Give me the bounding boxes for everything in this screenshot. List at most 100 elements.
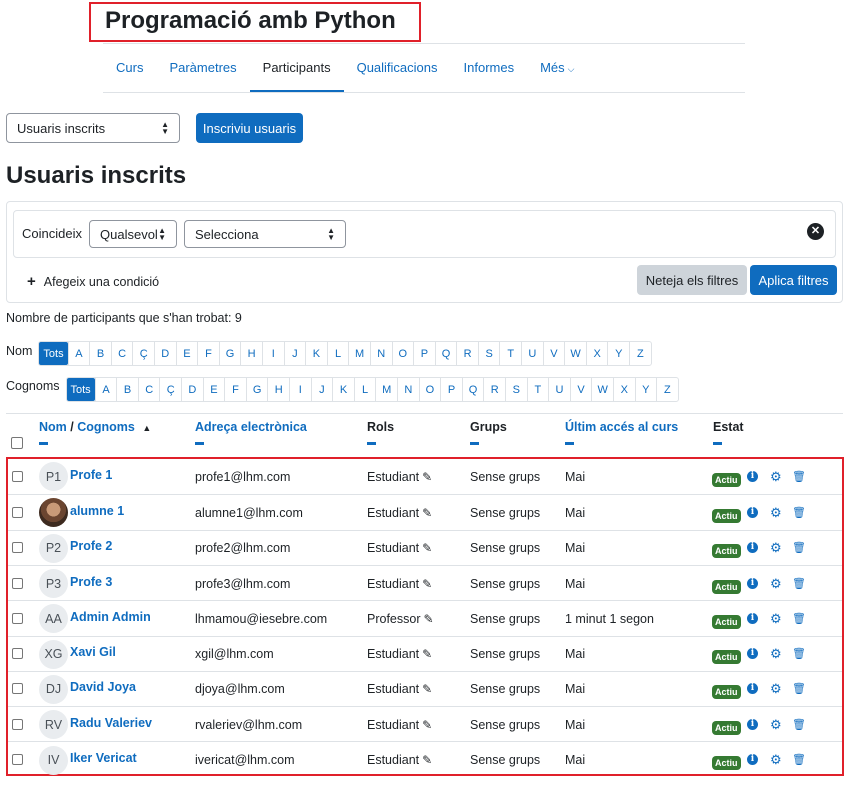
gear-icon[interactable]: ⚙ (770, 717, 782, 733)
trash-icon[interactable]: 🗑 (792, 647, 806, 660)
gear-icon[interactable]: ⚙ (770, 576, 782, 592)
last-name-initial-letter[interactable]: Q (461, 378, 484, 401)
trash-icon[interactable]: 🗑 (792, 682, 806, 695)
trash-icon[interactable]: 🗑 (792, 541, 806, 554)
last-name-initial-letter[interactable]: C (137, 378, 160, 401)
first-name-initial-letter[interactable]: S (477, 342, 500, 365)
first-name-initial-letter[interactable]: D (153, 342, 176, 365)
first-name-initial-letter[interactable]: I (261, 342, 284, 365)
first-name-initial-letter[interactable]: E (175, 342, 198, 365)
enrol-users-button[interactable]: Inscriviu usuaris (196, 113, 303, 143)
last-name-initial-letter[interactable]: H (267, 378, 289, 401)
last-name-initial-letter[interactable]: J (310, 378, 333, 401)
last-name-initial-letter[interactable]: O (418, 378, 441, 401)
gear-icon[interactable]: ⚙ (770, 646, 782, 662)
last-name-initial-letter[interactable]: D (181, 378, 203, 401)
last-name-initial-letter[interactable]: F (224, 378, 246, 401)
trash-icon[interactable]: 🗑 (792, 718, 806, 731)
info-icon[interactable]: i (747, 683, 758, 695)
gear-icon[interactable]: ⚙ (770, 611, 782, 627)
last-name-initial-letter[interactable]: K (332, 378, 354, 401)
info-icon[interactable]: i (747, 506, 758, 518)
first-name-initial-letter[interactable]: M (348, 342, 370, 365)
edit-pencil-icon[interactable]: ✎ (422, 541, 432, 555)
last-name-initial-letter[interactable]: R (483, 378, 505, 401)
edit-pencil-icon[interactable]: ✎ (422, 647, 432, 661)
remove-condition-icon[interactable]: ✕ (807, 223, 824, 240)
gear-icon[interactable]: ⚙ (770, 540, 782, 556)
tab-settings[interactable]: Paràmetres (156, 44, 249, 92)
first-name-initial-letter[interactable]: O (391, 342, 414, 365)
row-checkbox[interactable] (12, 542, 23, 554)
gear-icon[interactable]: ⚙ (770, 505, 782, 521)
last-name-initial-letter[interactable]: T (526, 378, 549, 401)
participant-name-link[interactable]: Profe 2 (70, 539, 112, 553)
first-name-initial-letter[interactable]: X (585, 342, 608, 365)
first-name-initial-letter[interactable]: U (521, 342, 543, 365)
first-name-initial-letter[interactable]: F (197, 342, 219, 365)
gear-icon[interactable]: ⚙ (770, 752, 782, 768)
first-name-initial-letter[interactable]: C (110, 342, 133, 365)
trash-icon[interactable]: 🗑 (792, 612, 806, 625)
clear-filters-button[interactable]: Neteja els filtres (637, 265, 747, 295)
last-name-initial-letter[interactable]: A (94, 378, 117, 401)
row-checkbox[interactable] (12, 470, 23, 482)
row-checkbox[interactable] (12, 506, 23, 518)
last-name-initial-letter[interactable]: P (440, 378, 462, 401)
last-name-initial-letter[interactable]: M (375, 378, 397, 401)
last-name-initial-letter[interactable]: U (548, 378, 570, 401)
last-name-initial-letter[interactable]: V (569, 378, 592, 401)
column-header-last-access[interactable]: Últim accés al curs (565, 420, 678, 445)
last-name-initial-letter[interactable]: X (612, 378, 635, 401)
first-name-initial-letter[interactable]: N (369, 342, 392, 365)
sort-first-name-link[interactable]: Nom (39, 420, 67, 434)
last-name-initial-letter[interactable]: W (591, 378, 613, 401)
tab-participants[interactable]: Participants (249, 44, 344, 92)
add-condition-link[interactable]: + Afegeix una condició (27, 273, 159, 290)
first-name-initial-letter[interactable]: V (542, 342, 565, 365)
participant-name-link[interactable]: Profe 3 (70, 575, 112, 589)
edit-pencil-icon[interactable]: ✎ (422, 718, 432, 732)
collapse-column-icon[interactable] (470, 442, 479, 445)
participant-name-link[interactable]: David Joya (70, 680, 136, 694)
first-name-initial-letter[interactable]: P (413, 342, 435, 365)
info-icon[interactable]: i (747, 718, 758, 730)
collapse-column-icon[interactable] (195, 442, 204, 445)
row-checkbox[interactable] (12, 612, 23, 624)
row-checkbox[interactable] (12, 577, 23, 589)
tab-more[interactable]: Més ⌵ (527, 44, 587, 92)
edit-pencil-icon[interactable]: ✎ (422, 470, 432, 484)
last-name-initial-letter[interactable]: Z (656, 378, 678, 401)
info-icon[interactable]: i (747, 577, 758, 589)
apply-filters-button[interactable]: Aplica filtres (750, 265, 837, 295)
info-icon[interactable]: i (747, 470, 758, 482)
page-selector[interactable]: Usuaris inscrits ▲ ▼ (6, 113, 180, 143)
edit-pencil-icon[interactable]: ✎ (422, 506, 432, 520)
last-name-initial-letter[interactable]: S (504, 378, 527, 401)
trash-icon[interactable]: 🗑 (792, 506, 806, 519)
first-name-initial-letter[interactable]: W (564, 342, 586, 365)
collapse-column-icon[interactable] (565, 442, 574, 445)
trash-icon[interactable]: 🗑 (792, 577, 806, 590)
last-name-initial-letter[interactable]: G (245, 378, 268, 401)
filter-type-select[interactable]: Selecciona ▲ ▼ (184, 220, 346, 248)
participant-name-link[interactable]: alumne 1 (70, 504, 124, 518)
info-icon[interactable]: i (747, 648, 758, 660)
trash-icon[interactable]: 🗑 (792, 753, 806, 766)
edit-pencil-icon[interactable]: ✎ (424, 612, 434, 626)
first-name-initial-letter[interactable]: H (240, 342, 262, 365)
last-name-initial-letter[interactable]: L (353, 378, 376, 401)
column-header-email[interactable]: Adreça electrònica (195, 420, 307, 445)
trash-icon[interactable]: 🗑 (792, 470, 806, 483)
tab-reports[interactable]: Informes (451, 44, 528, 92)
edit-pencil-icon[interactable]: ✎ (422, 682, 432, 696)
participant-name-link[interactable]: Admin Admin (70, 610, 151, 624)
edit-pencil-icon[interactable]: ✎ (422, 753, 432, 767)
tab-grades[interactable]: Qualificacions (344, 44, 451, 92)
select-all-checkbox[interactable] (11, 437, 23, 449)
match-select[interactable]: Qualsevol ▲ ▼ (89, 220, 177, 248)
first-name-initial-letter[interactable]: T (499, 342, 521, 365)
last-name-initial-letter[interactable]: Ç (159, 378, 181, 401)
last-name-initial-all[interactable]: Tots (66, 378, 95, 401)
first-name-initial-letter[interactable]: J (283, 342, 306, 365)
